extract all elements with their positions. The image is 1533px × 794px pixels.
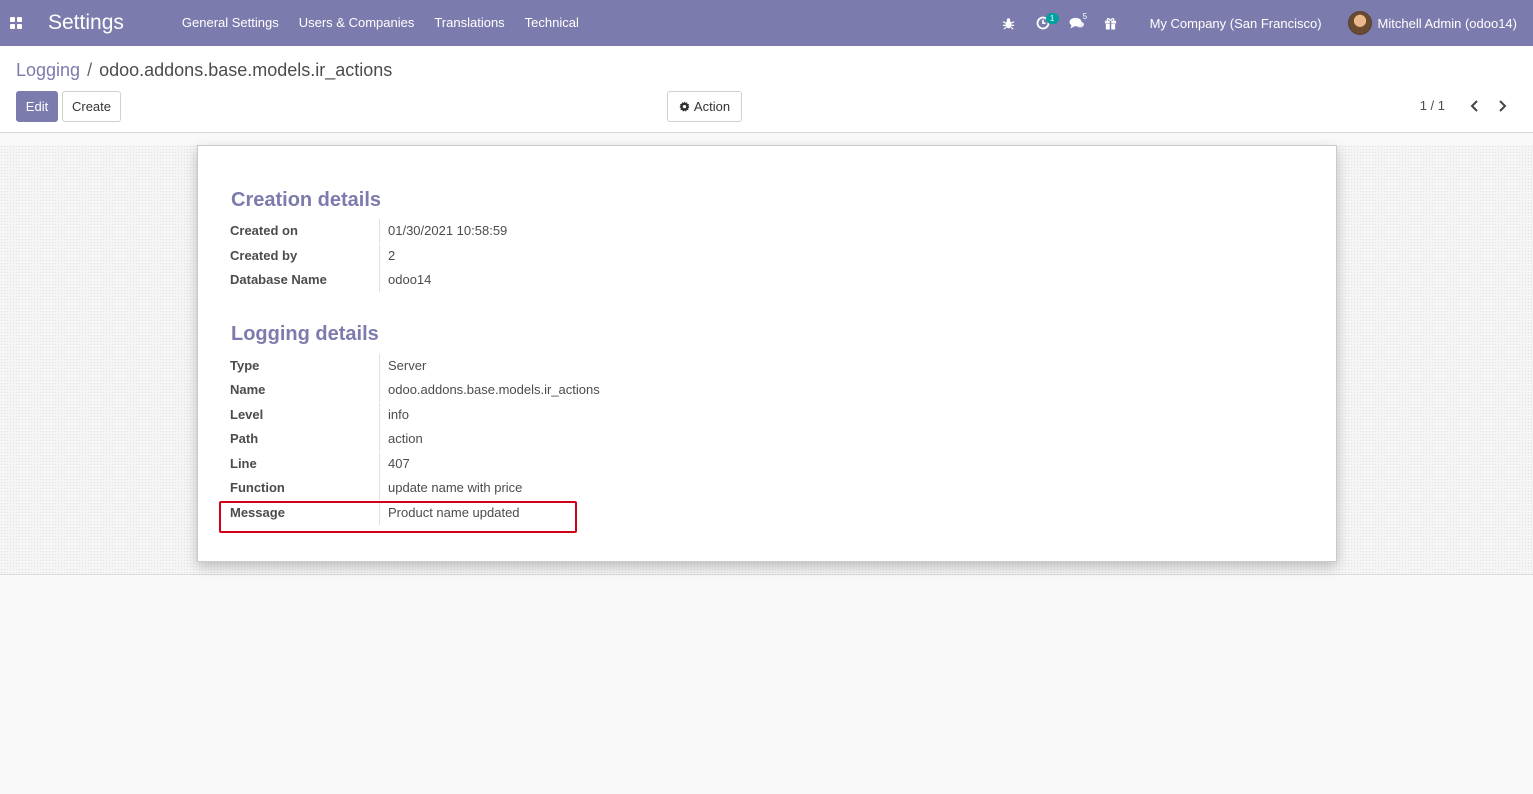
field-value: odoo14	[388, 272, 432, 287]
company-switcher[interactable]: My Company (San Francisco)	[1136, 16, 1336, 31]
field-function: Function update name with price	[230, 476, 830, 500]
messages-chat-icon[interactable]: 5	[1060, 0, 1094, 46]
breadcrumb-current: odoo.addons.base.models.ir_actions	[99, 60, 393, 80]
logging-details-title: Logging details	[231, 323, 379, 345]
field-name: Name odoo.addons.base.models.ir_actions	[230, 378, 830, 402]
messages-count-badge: 5	[1082, 12, 1088, 21]
field-database-name: Database Name odoo14	[230, 268, 830, 292]
user-menu[interactable]: Mitchell Admin (odoo14)	[1336, 11, 1533, 35]
field-type: Type Server	[230, 354, 830, 378]
create-button[interactable]: Create	[62, 91, 121, 122]
field-label: Database Name	[230, 272, 327, 287]
breadcrumb: Logging / odoo.addons.base.models.ir_act…	[16, 60, 392, 81]
action-label: Action	[693, 99, 731, 114]
field-created-on: Created on 01/30/2021 10:58:59	[230, 219, 830, 243]
top-navbar: Settings General Settings Users & Compan…	[0, 0, 1533, 46]
field-label: Level	[230, 407, 264, 422]
field-created-by: Created by 2	[230, 244, 830, 268]
breadcrumb-logging[interactable]: Logging	[16, 60, 80, 81]
edit-button[interactable]: Edit	[16, 91, 58, 122]
field-value: Server	[388, 358, 427, 373]
systray: 1 5 My Company (San Francisco) Mitchell …	[992, 0, 1533, 46]
main-menu: General Settings Users & Companies Trans…	[172, 0, 589, 46]
field-value: 407	[388, 456, 410, 471]
field-path: Path action	[230, 427, 830, 451]
field-label: Path	[230, 431, 259, 446]
breadcrumb-separator: /	[87, 60, 93, 80]
field-label: Type	[230, 358, 260, 373]
field-label: Line	[230, 456, 257, 471]
field-label: Created on	[230, 223, 298, 238]
field-value: update name with price	[388, 480, 523, 495]
field-value: 01/30/2021 10:58:59	[388, 223, 508, 238]
field-value: action	[388, 431, 423, 446]
field-value: info	[388, 407, 409, 422]
app-title[interactable]: Settings	[48, 11, 124, 35]
field-label: Name	[230, 382, 266, 397]
activity-clock-icon[interactable]: 1	[1026, 0, 1060, 46]
form-view: Creation details Created on 01/30/2021 1…	[0, 145, 1533, 575]
field-level: Level info	[230, 403, 830, 427]
field-label: Created by	[230, 248, 298, 263]
menu-users-companies[interactable]: Users & Companies	[289, 0, 425, 46]
field-line: Line 407	[230, 452, 830, 476]
pager-value[interactable]: 1 / 1	[1420, 98, 1445, 113]
creation-details-title: Creation details	[231, 189, 382, 211]
action-button[interactable]: Action	[667, 91, 742, 122]
user-avatar	[1347, 11, 1372, 35]
field-value: odoo.addons.base.models.ir_actions	[388, 382, 600, 397]
apps-menu-icon[interactable]	[0, 0, 32, 46]
pager-next-icon[interactable]	[1492, 96, 1512, 116]
control-panel: Logging / odoo.addons.base.models.ir_act…	[0, 46, 1533, 133]
form-sheet: Creation details Created on 01/30/2021 1…	[197, 145, 1337, 562]
user-name: Mitchell Admin (odoo14)	[1377, 15, 1517, 31]
menu-translations[interactable]: Translations	[424, 0, 514, 46]
menu-general-settings[interactable]: General Settings	[172, 0, 289, 46]
field-value: 2	[388, 248, 396, 263]
menu-technical[interactable]: Technical	[515, 0, 589, 46]
gear-icon	[679, 101, 690, 112]
message-highlight-box	[219, 501, 577, 533]
activity-count-badge: 1	[1045, 13, 1059, 24]
field-label: Function	[230, 480, 285, 495]
debug-bug-icon[interactable]	[992, 0, 1026, 46]
gift-icon[interactable]	[1094, 0, 1128, 46]
pager-previous-icon[interactable]	[1464, 96, 1484, 116]
